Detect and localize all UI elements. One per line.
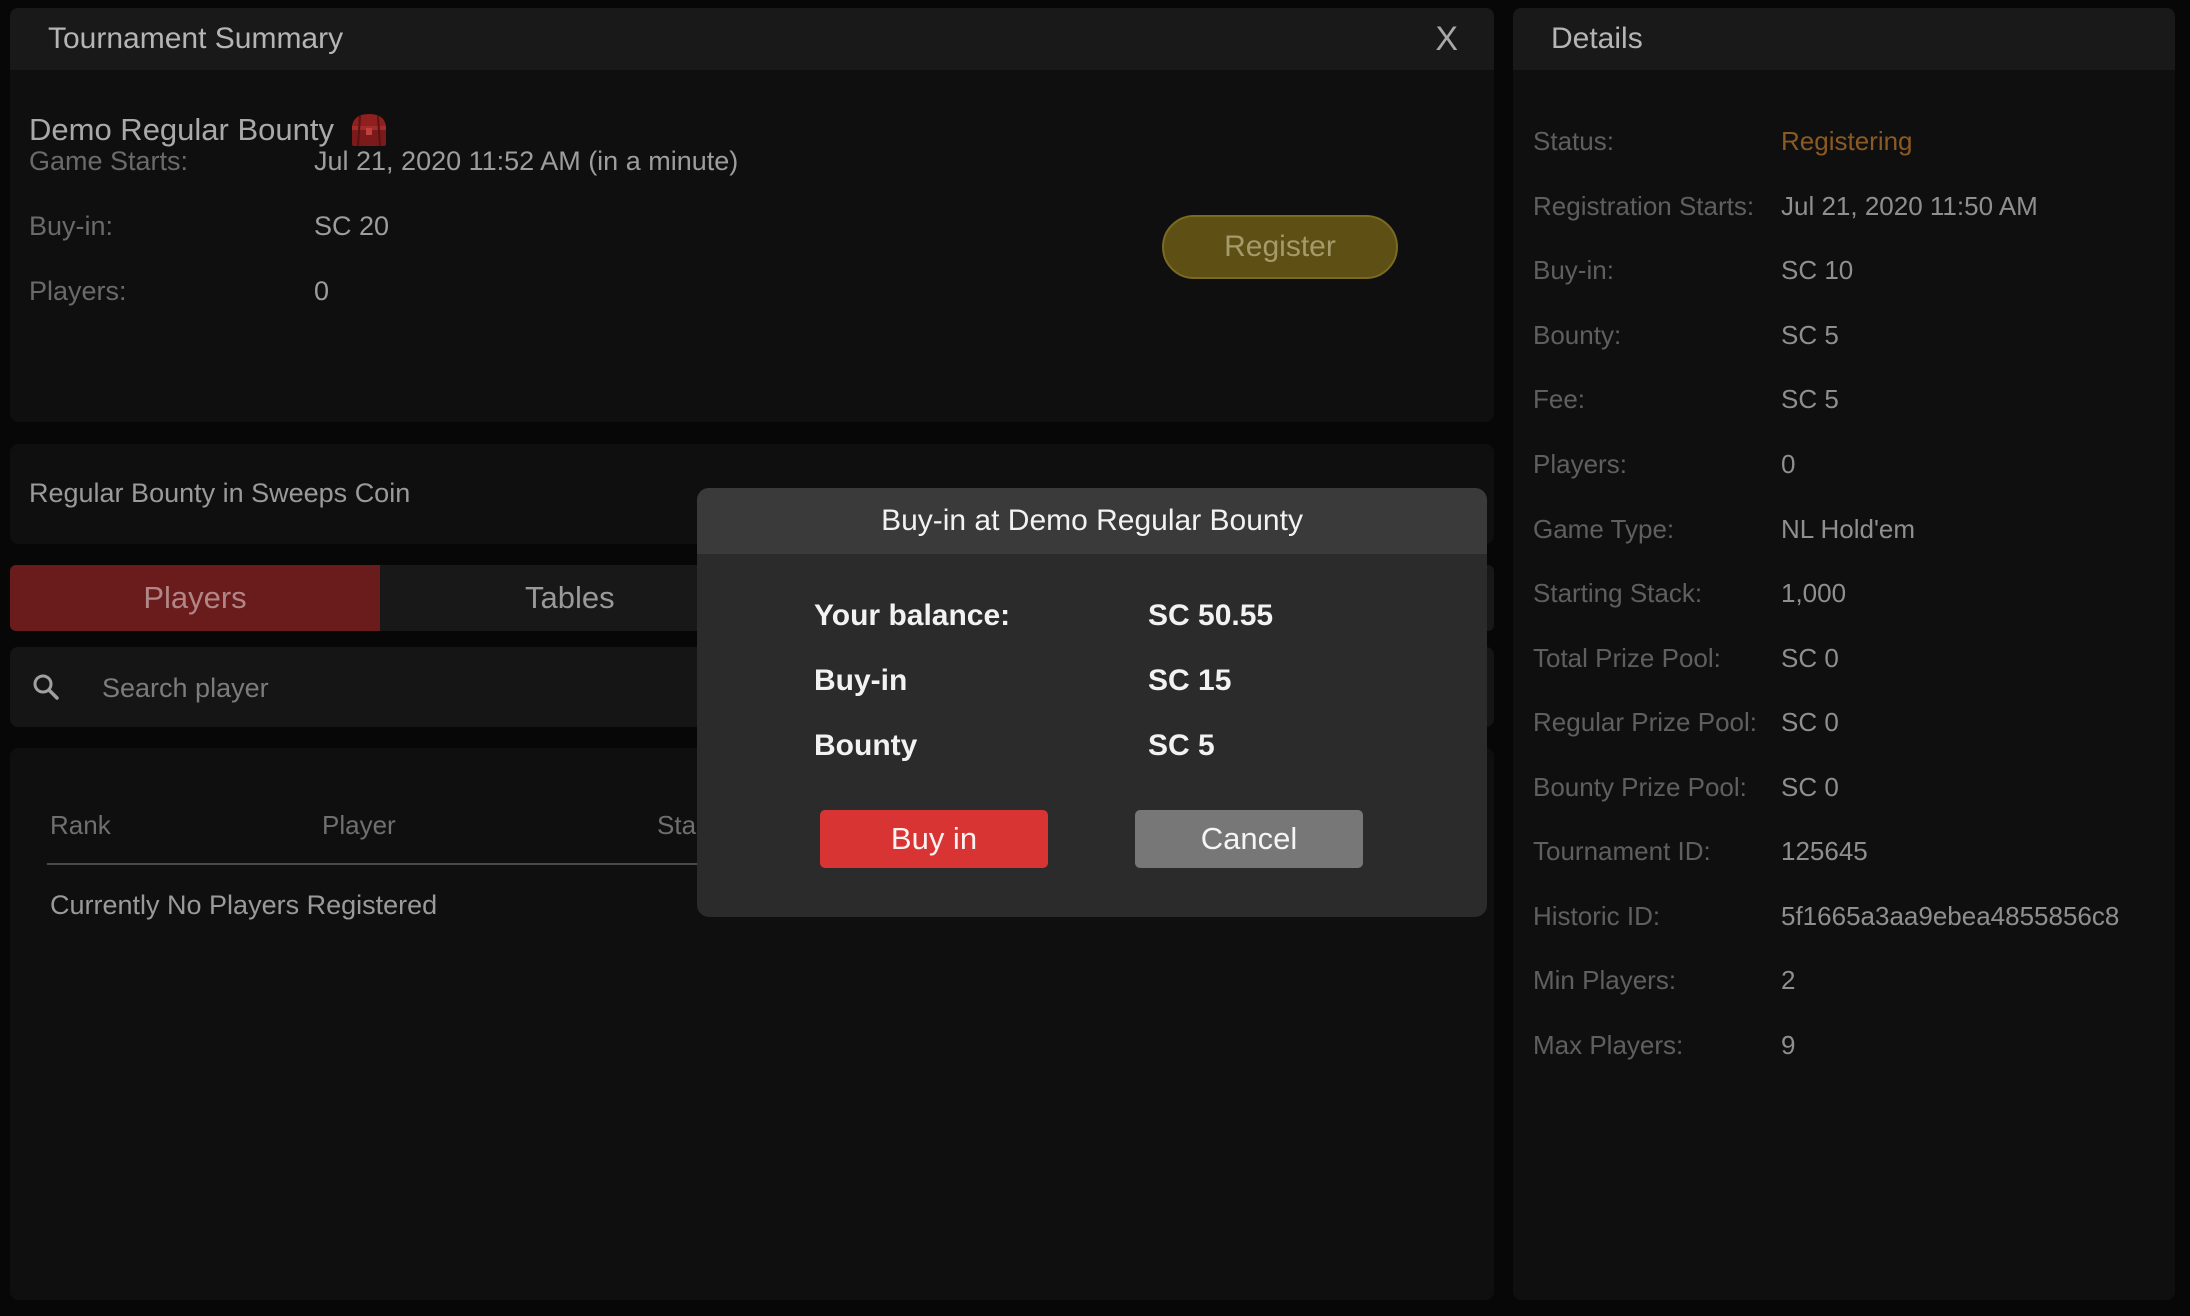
summary-header: Tournament Summary X: [10, 8, 1494, 70]
detail-value: 125645: [1781, 836, 1868, 866]
detail-label: Total Prize Pool:: [1533, 643, 1721, 673]
buyin-dialog: Buy-in at Demo Regular Bounty Your balan…: [697, 488, 1487, 917]
dialog-bounty-label: Bounty: [814, 729, 918, 762]
players-label: Players:: [29, 276, 127, 306]
detail-value: SC 10: [1781, 255, 1854, 285]
detail-label: Bounty Prize Pool:: [1533, 772, 1747, 802]
detail-label: Bounty:: [1533, 320, 1622, 350]
treasure-chest-icon: [348, 112, 390, 148]
buy-in-button[interactable]: Buy in: [820, 810, 1048, 868]
details-title: Details: [1551, 22, 1643, 55]
detail-label: Tournament ID:: [1533, 836, 1711, 866]
game-starts-label: Game Starts:: [29, 146, 189, 176]
cancel-button[interactable]: Cancel: [1135, 810, 1363, 868]
dialog-title: Buy-in at Demo Regular Bounty: [697, 488, 1487, 554]
detail-value: 0: [1781, 449, 1796, 479]
detail-value: 9: [1781, 1030, 1796, 1060]
detail-value: SC 0: [1781, 643, 1839, 673]
detail-value: SC 5: [1781, 384, 1839, 414]
detail-value: SC 0: [1781, 772, 1839, 802]
detail-label: Fee:: [1533, 384, 1586, 414]
detail-value: 2: [1781, 965, 1796, 995]
balance-value: SC 50.55: [1148, 599, 1274, 632]
details-panel: Details Status: Registering Registration…: [1513, 8, 2175, 1300]
buyin-value: SC 20: [314, 211, 390, 241]
detail-label: Regular Prize Pool:: [1533, 707, 1757, 737]
status-value: Registering: [1781, 126, 1913, 156]
detail-label: Max Players:: [1533, 1030, 1684, 1060]
buyin-label: Buy-in:: [29, 211, 114, 241]
tournament-name-label: Demo Regular Bounty: [29, 112, 334, 147]
dialog-bounty-value: SC 5: [1148, 729, 1215, 762]
column-header-player[interactable]: Player: [322, 810, 396, 841]
detail-label: Buy-in:: [1533, 255, 1614, 285]
detail-label: Registration Starts:: [1533, 191, 1755, 221]
detail-value: NL Hold'em: [1781, 514, 1916, 544]
summary-title: Tournament Summary: [48, 22, 344, 55]
detail-value: Jul 21, 2020 11:50 AM: [1781, 191, 2038, 221]
balance-label: Your balance:: [814, 599, 1011, 632]
dialog-buyin-value: SC 15: [1148, 664, 1232, 697]
empty-players-message: Currently No Players Registered: [50, 890, 438, 920]
search-icon: [32, 673, 60, 701]
close-button[interactable]: X: [1435, 20, 1458, 59]
detail-value: 1,000: [1781, 578, 1847, 608]
detail-value: SC 0: [1781, 707, 1839, 737]
tab-players[interactable]: Players: [10, 565, 380, 631]
game-starts-value: Jul 21, 2020 11:52 AM (in a minute): [314, 146, 739, 176]
detail-value: SC 5: [1781, 320, 1839, 350]
detail-label: Status:: [1533, 126, 1614, 156]
tournament-description: Regular Bounty in Sweeps Coin: [29, 478, 411, 508]
tournament-summary-panel: Tournament Summary X Demo Regular Bounty…: [10, 8, 1494, 422]
dialog-buyin-label: Buy-in: [814, 664, 908, 697]
column-header-rank[interactable]: Rank: [50, 810, 111, 841]
players-value: 0: [314, 276, 330, 306]
detail-value: 5f1665a3aa9ebea4855856c8: [1781, 901, 2120, 931]
detail-label: Game Type:: [1533, 514, 1675, 544]
register-button[interactable]: Register: [1162, 215, 1398, 279]
detail-label: Starting Stack:: [1533, 578, 1703, 608]
tournament-name: Demo Regular Bounty: [29, 112, 390, 148]
detail-label: Players:: [1533, 449, 1627, 479]
detail-label: Historic ID:: [1533, 901, 1661, 931]
detail-label: Min Players:: [1533, 965, 1677, 995]
details-header: Details: [1513, 8, 2175, 70]
